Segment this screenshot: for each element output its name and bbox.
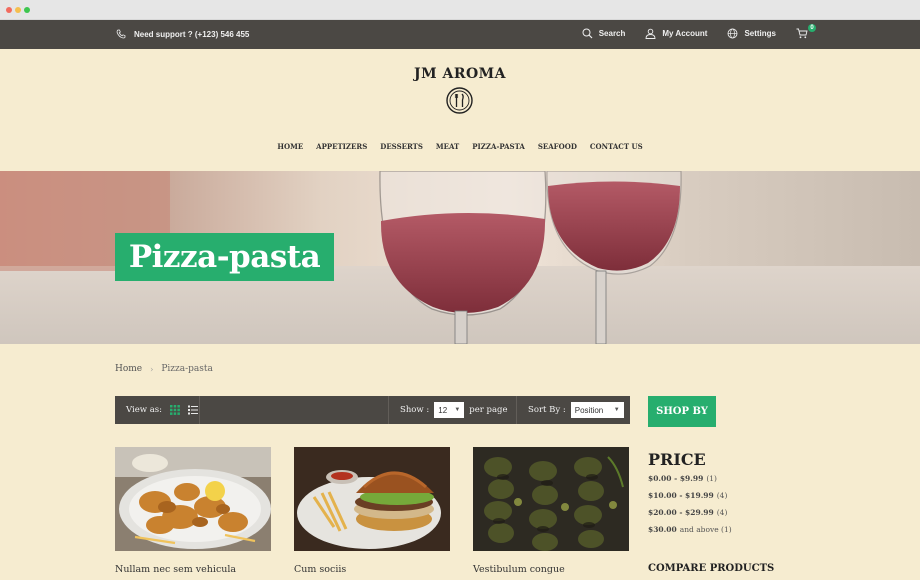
search-link[interactable]: Search <box>582 28 626 39</box>
nav-item-contact-us[interactable]: CONTACT US <box>590 142 643 151</box>
breadcrumb-separator-icon: › <box>150 364 154 374</box>
product-card[interactable]: Nullam nec sem vehicula <box>115 447 271 575</box>
show-value: 12 <box>438 405 448 415</box>
price-filter-title: PRICE <box>648 450 706 469</box>
price-filter-item[interactable]: $30.00 and above (1) <box>648 525 732 542</box>
price-count: (4) <box>716 491 728 500</box>
price-range[interactable]: $20.00 - $29.99 <box>648 508 714 525</box>
compare-products-title: COMPARE PRODUCTS <box>648 563 775 574</box>
product-name[interactable]: Vestibulum congue <box>473 564 565 575</box>
my-account-link[interactable]: My Account <box>645 28 707 39</box>
product-card[interactable]: Cum sociis <box>294 447 450 575</box>
breadcrumb: Home › Pizza-pasta <box>115 364 213 374</box>
product-toolbar: View as: Show : 12 ▼ per page Sort By : <box>115 396 630 424</box>
price-count: (1) <box>706 474 717 483</box>
product-card[interactable]: Vestibulum congue <box>473 447 629 575</box>
show-label: Show : <box>400 405 430 415</box>
skewers-image <box>473 447 629 551</box>
product-name[interactable]: Nullam nec sem vehicula <box>115 564 236 575</box>
nav-item-seafood[interactable]: SEAFOOD <box>538 142 577 151</box>
settings-link[interactable]: Settings <box>727 28 776 39</box>
price-filter-item[interactable]: $20.00 - $29.99 (4) <box>648 508 732 525</box>
nav-item-appetizers[interactable]: APPETIZERS <box>316 142 367 151</box>
main-nav: HOME APPETIZERS DESSERTS MEAT PIZZA-PAST… <box>0 142 920 151</box>
view-as-group: View as: <box>126 405 199 415</box>
price-range[interactable]: $30.00 <box>648 525 677 542</box>
toolbar-divider <box>388 396 389 424</box>
nav-item-meat[interactable]: MEAT <box>436 142 459 151</box>
plate-cutlery-icon[interactable] <box>446 87 473 114</box>
nav-item-home[interactable]: HOME <box>277 142 303 151</box>
search-label: Search <box>598 29 626 38</box>
sort-value: Position <box>574 405 604 415</box>
top-bar: Need support ? (+123) 546 455 Search My … <box>0 20 920 49</box>
browser-chrome <box>0 0 920 20</box>
view-as-label: View as: <box>126 405 163 415</box>
product-name[interactable]: Cum sociis <box>294 564 346 575</box>
support-text: Need support ? (+123) 546 455 <box>134 29 250 39</box>
nav-item-desserts[interactable]: DESSERTS <box>380 142 423 151</box>
maximize-window-dot[interactable] <box>24 7 30 13</box>
price-range[interactable]: $0.00 - $9.99 <box>648 474 703 491</box>
price-filter-item[interactable]: $0.00 - $9.99 (1) <box>648 474 732 491</box>
price-count: (4) <box>716 508 728 517</box>
grid-view-icon[interactable] <box>170 405 180 415</box>
show-group: Show : 12 ▼ per page <box>400 402 507 418</box>
sort-label: Sort By : <box>528 405 566 415</box>
per-page-label: per page <box>469 405 508 415</box>
burger-image <box>294 447 450 551</box>
globe-icon <box>727 28 738 39</box>
toolbar-divider <box>516 396 517 424</box>
product-image[interactable] <box>473 447 629 551</box>
minimize-window-dot[interactable] <box>15 7 21 13</box>
logo-text[interactable]: JM AROMA <box>0 66 920 82</box>
search-icon <box>582 28 593 39</box>
settings-label: Settings <box>744 29 776 38</box>
hero-title: Pizza-pasta <box>115 233 334 281</box>
price-filter-list: $0.00 - $9.99 (1) $10.00 - $19.99 (4) $2… <box>648 474 732 542</box>
phone-icon <box>116 29 126 39</box>
sort-select[interactable]: Position ▼ <box>570 402 624 418</box>
my-account-label: My Account <box>662 29 708 38</box>
price-filter-item[interactable]: $10.00 - $19.99 (4) <box>648 491 732 508</box>
shop-by-button[interactable]: SHOP BY <box>648 396 716 427</box>
product-image[interactable] <box>115 447 271 551</box>
breadcrumb-home[interactable]: Home <box>115 364 142 374</box>
product-image[interactable] <box>294 447 450 551</box>
chevron-down-icon: ▼ <box>454 407 461 413</box>
cart-count-badge: 0 <box>808 24 816 32</box>
support-info: Need support ? (+123) 546 455 <box>116 29 249 39</box>
breadcrumb-current: Pizza-pasta <box>161 364 213 374</box>
cart-button[interactable]: 0 <box>796 24 816 39</box>
price-range[interactable]: $10.00 - $19.99 <box>648 491 714 508</box>
sort-group: Sort By : Position ▼ <box>528 402 624 418</box>
fried-chicken-image <box>115 447 271 551</box>
list-view-icon[interactable] <box>188 405 199 415</box>
cart-icon <box>796 28 808 39</box>
toolbar-divider <box>199 396 200 424</box>
nav-item-pizza-pasta[interactable]: PIZZA-PASTA <box>472 142 525 151</box>
chevron-down-icon: ▼ <box>613 407 620 413</box>
user-icon <box>645 28 656 39</box>
close-window-dot[interactable] <box>6 7 12 13</box>
show-select[interactable]: 12 ▼ <box>434 402 465 418</box>
price-count: and above (1) <box>679 525 732 534</box>
